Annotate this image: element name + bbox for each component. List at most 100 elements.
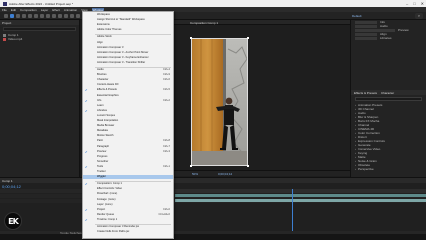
window-menu-item[interactable]: Animation Composer 3 Reminder.jsx [83, 225, 173, 229]
transform-handle[interactable] [190, 165, 192, 167]
window-menu-item[interactable]: Adobe Color Themes [83, 28, 173, 32]
anchor-tool-icon[interactable] [40, 14, 44, 18]
panel-chip [355, 36, 377, 40]
menu-animation[interactable]: Animation [64, 8, 77, 12]
window-menu-item[interactable]: Character Ctrl+6 [83, 78, 173, 82]
time-ruler[interactable] [175, 189, 426, 193]
menu-layer[interactable]: Layer [41, 8, 49, 12]
window-menu-item[interactable]: ✔ Preview Ctrl+3 [83, 150, 173, 154]
window-menu-item[interactable]: Layer: (none) [83, 203, 173, 207]
brush-tool-icon[interactable] [64, 14, 68, 18]
panel-row[interactable]: Libraries [351, 36, 426, 40]
window-menu-item[interactable]: Align [83, 41, 173, 45]
rotate-tool-icon[interactable] [28, 14, 32, 18]
window-menu-item[interactable]: Paragraph Ctrl+7 [83, 145, 173, 149]
camera-tool-icon[interactable] [34, 14, 38, 18]
window-menu-item[interactable]: Animation Composer 3 - Transition Shifte… [83, 61, 173, 65]
window-menu-item[interactable]: Learn [83, 104, 173, 108]
character-tab[interactable]: Character [381, 91, 394, 95]
hand-tool-icon[interactable] [16, 14, 20, 18]
window-menu-item-label: Metadata [97, 129, 108, 133]
checkmark-icon: ✔ [85, 207, 88, 212]
window-menu-item[interactable]: Audio Ctrl+4 [83, 68, 173, 72]
eraser-tool-icon[interactable] [76, 14, 80, 18]
viewer-timecode[interactable]: 0;00;04;12 [218, 172, 232, 176]
menu-file[interactable]: File [2, 8, 7, 12]
window-menu-item-label: Assign Shortcut to "Standard" Workspace [97, 18, 145, 22]
zoom-level[interactable]: 50% [192, 172, 198, 176]
window-menu-item[interactable]: Mask Interpolation [83, 119, 173, 123]
type-tool-icon[interactable] [58, 14, 62, 18]
panel-chip [355, 28, 395, 32]
window-menu-item[interactable]: Smoother [83, 160, 173, 164]
window-menu-item[interactable]: Motion Sketch [83, 134, 173, 138]
timeline-panel: Comp 1 0;00;04;12 Toggle Switches / Mode… [0, 177, 426, 235]
stamp-tool-icon[interactable] [70, 14, 74, 18]
window-menu-item[interactable]: Workspace [83, 13, 173, 17]
composition-frame[interactable] [191, 38, 248, 166]
transform-handle[interactable] [247, 37, 249, 39]
window-menu-item[interactable]: Effect Controls: Video [83, 187, 173, 191]
window-menu-item[interactable]: Animation Composer 3 - Keyframe Enhancer [83, 56, 173, 60]
project-item[interactable]: Video.mp4 [0, 37, 79, 41]
transform-handle[interactable] [247, 165, 249, 167]
window-menu-item[interactable]: ✔ Tools Ctrl+1 [83, 165, 173, 169]
composition-tab[interactable]: Composition Comp 1 [190, 21, 218, 25]
window-menu-item[interactable]: ✔ Composition: Comp 1 [83, 182, 173, 186]
menu-effect[interactable]: Effect [52, 8, 60, 12]
window-menu-item[interactable]: ✔ Effects & Presets Ctrl+5 [83, 88, 173, 92]
window-menu-item[interactable]: Essential Graphics [83, 94, 173, 98]
shape-tool-icon[interactable] [46, 14, 50, 18]
selection-tool-icon[interactable] [10, 14, 14, 18]
effects-search-input[interactable] [355, 97, 422, 101]
close-icon[interactable]: ✕ [421, 1, 424, 6]
window-menu-item[interactable]: Brushes Ctrl+9 [83, 73, 173, 77]
window-menu-item[interactable]: Flowchart: (none) [83, 192, 173, 196]
project-search-input[interactable] [3, 27, 76, 31]
current-time-indicator[interactable] [292, 189, 293, 235]
window-menu-item-label: Effects & Presets [97, 88, 117, 92]
window-menu-item[interactable]: Extensions [83, 23, 173, 27]
window-menu-item-label: Preview [97, 149, 107, 153]
window-menu-item[interactable]: ✔ Info Ctrl+2 [83, 99, 173, 103]
window-menu-item[interactable]: Tracker [83, 170, 173, 174]
window-menu-item[interactable]: Wiggler [83, 175, 173, 180]
maximize-icon[interactable]: □ [413, 1, 415, 6]
panel-row-label: Audio [380, 24, 388, 28]
window-menu-item[interactable]: Metadata [83, 129, 173, 133]
window-menu-item[interactable]: Lumetri Scopes [83, 114, 173, 118]
window-menu-item[interactable]: Footage: (none) [83, 198, 173, 202]
home-icon[interactable] [4, 14, 8, 18]
window-menu-item-label: Progress [97, 154, 108, 158]
window-menu-item[interactable]: ✔ Project Ctrl+0 [83, 208, 173, 212]
timeline-tab[interactable]: Comp 1 [2, 179, 13, 183]
window-menu-item[interactable]: ✔ Timeline: Comp 1 [83, 218, 173, 222]
effects-presets-tab[interactable]: Effects & Presets [354, 91, 377, 95]
search-icon[interactable]: ⌕ [415, 13, 423, 19]
layer-duration-bar[interactable] [175, 199, 426, 202]
project-tab[interactable]: Project [0, 20, 79, 25]
pen-tool-icon[interactable] [52, 14, 56, 18]
effects-category-item[interactable]: › Perspective [351, 167, 426, 171]
window-menu-item[interactable]: Adobe Stock [83, 35, 173, 39]
zoom-tool-icon[interactable] [22, 14, 26, 18]
window-menu-item[interactable]: Animation Composer 3 [83, 46, 173, 50]
window-menu-item[interactable]: Media Browser [83, 124, 173, 128]
window-menu-item[interactable]: ✔ Libraries [83, 109, 173, 113]
menu-composition[interactable]: Composition [20, 8, 37, 12]
window-menu-item[interactable]: Render Queue Ctrl+Alt+0 [83, 213, 173, 217]
menu-edit[interactable]: Edit [11, 8, 16, 12]
window-menu-item[interactable]: Paint Ctrl+8 [83, 139, 173, 143]
window-menu-item[interactable]: Assign Shortcut to "Standard" Workspace [83, 18, 173, 22]
window-menu-item-label: Info [97, 98, 102, 102]
minimize-icon[interactable]: – [406, 1, 408, 6]
window-menu-item[interactable]: Animation Composer 3 - Anchor Point Move… [83, 51, 173, 55]
workspace-label[interactable]: Default [352, 14, 362, 18]
transform-handle[interactable] [190, 37, 192, 39]
window-menu-item-shortcut: Ctrl+0 [163, 207, 170, 211]
window-menu-item[interactable]: Create Nulls From Paths.jsx [83, 230, 173, 234]
layer-duration-bar[interactable] [175, 194, 426, 197]
window-menu-item[interactable]: Content-Aware Fill [83, 83, 173, 87]
effects-category-label: Perspective [358, 167, 374, 171]
window-menu-item[interactable]: Progress [83, 155, 173, 159]
